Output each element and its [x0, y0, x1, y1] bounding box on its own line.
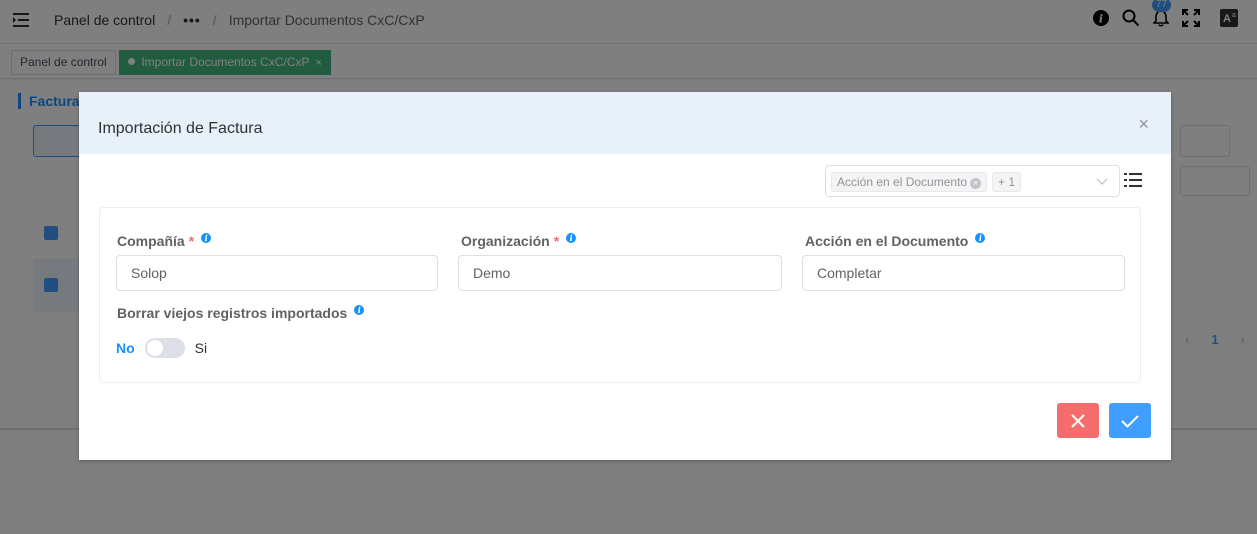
switch-on-label[interactable]: Si — [195, 340, 207, 356]
close-icon — [1071, 413, 1085, 428]
confirm-button[interactable] — [1109, 403, 1151, 438]
more-chip: + 1 — [992, 172, 1022, 192]
organization-field-label: Organización * i — [461, 233, 577, 249]
info-icon[interactable]: i — [566, 233, 577, 243]
switch-off-label[interactable]: No — [116, 340, 135, 356]
delete-old-switch-row: No Si — [116, 338, 207, 358]
dialog-header: Importación de Factura × — [79, 92, 1171, 154]
doc-action-field-label: Acción en el Documento i — [805, 233, 986, 249]
company-input[interactable]: Solop — [116, 255, 438, 291]
delete-old-toggle[interactable] — [144, 338, 185, 358]
selected-field-chip: Acción en el Documento × — [831, 172, 988, 192]
field-visibility-select[interactable]: Acción en el Documento × + 1 — [825, 165, 1120, 197]
info-icon[interactable]: i — [354, 305, 365, 315]
cancel-button[interactable] — [1057, 403, 1099, 438]
close-icon[interactable]: × — [1138, 114, 1149, 135]
doc-action-input[interactable]: Completar — [802, 255, 1125, 291]
chevron-down-icon — [1096, 178, 1108, 185]
delete-old-field-label: Borrar viejos registros importados i — [117, 305, 365, 321]
chip-close-icon[interactable]: × — [970, 178, 982, 189]
info-icon[interactable]: i — [201, 233, 212, 243]
list-icon[interactable] — [1124, 171, 1142, 189]
form-card: Compañía * i Solop Organización * i Demo Acc… — [99, 207, 1141, 383]
chip-label: Acción en el Documento — [837, 175, 968, 189]
organization-input[interactable]: Demo — [458, 255, 782, 291]
import-dialog: Importación de Factura × Acción en el Do… — [79, 92, 1171, 460]
info-icon[interactable]: i — [975, 233, 986, 243]
dialog-title: Importación de Factura — [98, 120, 263, 137]
company-field-label: Compañía * i — [117, 233, 212, 249]
check-icon — [1121, 414, 1139, 428]
